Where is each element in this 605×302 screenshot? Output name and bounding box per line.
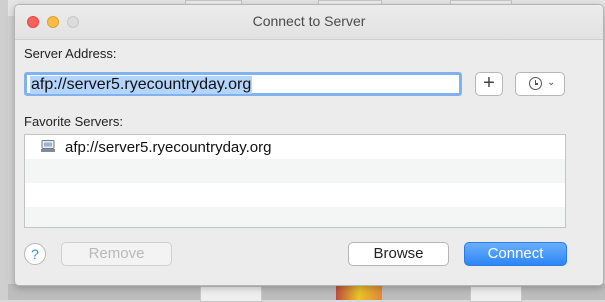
empty-row xyxy=(25,183,565,207)
connect-button[interactable]: Connect xyxy=(464,242,567,266)
empty-row xyxy=(25,159,565,183)
title-bar: Connect to Server xyxy=(15,5,603,40)
favorite-servers-label: Favorite Servers: xyxy=(24,114,123,129)
server-address-label: Server Address: xyxy=(24,46,117,61)
list-item-label: afp://server5.ryecountryday.org xyxy=(65,139,272,156)
remove-button[interactable]: Remove xyxy=(61,242,172,266)
recent-servers-button[interactable]: ⌄ xyxy=(515,72,565,96)
chevron-down-icon: ⌄ xyxy=(547,77,556,88)
help-button[interactable]: ? xyxy=(24,243,46,265)
favorite-servers-list: afp://server5.ryecountryday.org xyxy=(24,134,566,228)
empty-row xyxy=(25,207,565,227)
add-favorite-button[interactable]: + xyxy=(475,72,503,96)
clock-icon xyxy=(529,77,542,90)
browse-button[interactable]: Browse xyxy=(348,242,449,266)
server-address-input[interactable] xyxy=(24,72,462,96)
window-title: Connect to Server xyxy=(252,13,366,29)
list-item[interactable]: afp://server5.ryecountryday.org xyxy=(25,135,565,159)
background-image xyxy=(336,284,382,300)
server-icon xyxy=(41,140,55,152)
